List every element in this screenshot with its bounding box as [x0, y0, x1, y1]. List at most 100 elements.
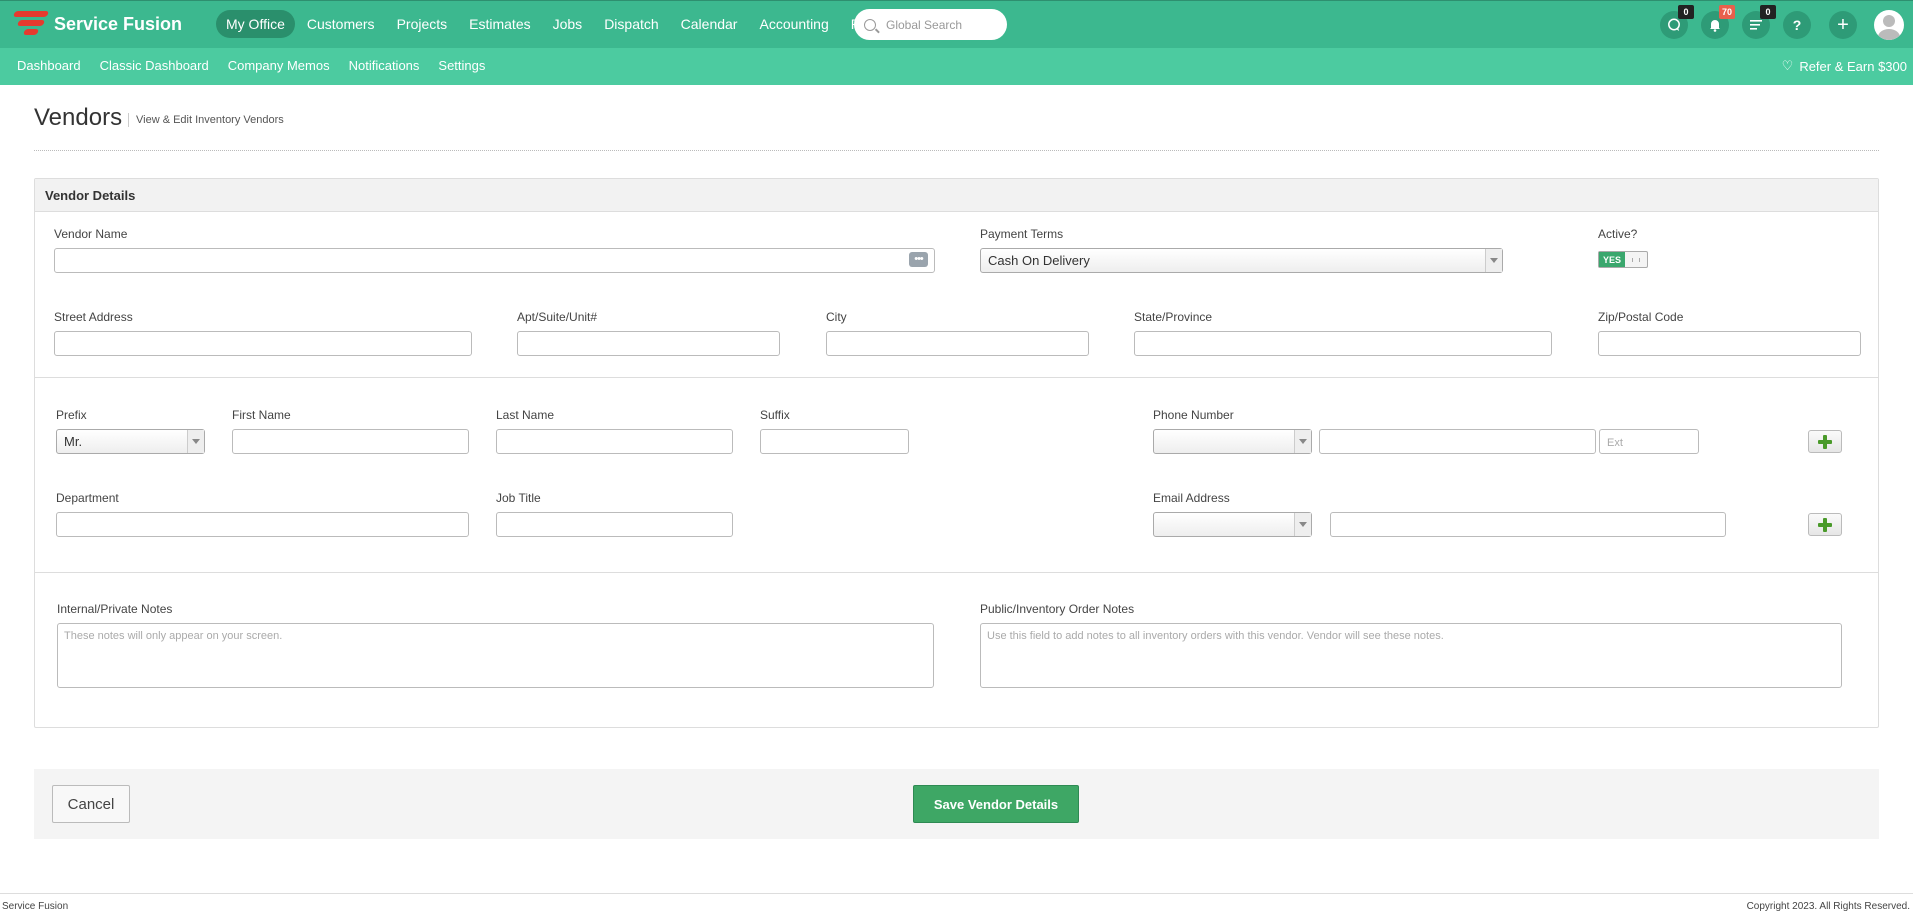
section-divider — [35, 572, 1878, 573]
last-name-label: Last Name — [496, 408, 555, 422]
header-divider — [34, 150, 1879, 151]
nav-dispatch[interactable]: Dispatch — [594, 10, 668, 38]
page-title: Vendors — [34, 104, 123, 131]
subnav-dashboard[interactable]: Dashboard — [17, 58, 81, 73]
phone-label: Phone Number — [1153, 408, 1234, 422]
refer-and-earn-link[interactable]: ♡ Refer & Earn $300 — [1782, 58, 1907, 74]
prefix-select[interactable]: Mr. — [56, 429, 205, 454]
public-notes-textarea[interactable] — [980, 623, 1842, 688]
email-type-select[interactable] — [1153, 512, 1312, 537]
heart-icon: ♡ — [1781, 58, 1794, 73]
email-label: Email Address — [1153, 491, 1230, 505]
plus-icon — [1818, 517, 1832, 532]
job-title-input[interactable] — [496, 512, 733, 537]
suffix-input[interactable] — [760, 429, 909, 454]
global-search[interactable] — [854, 9, 1007, 40]
job-title-label: Job Title — [496, 491, 541, 505]
chevron-down-icon — [1294, 430, 1311, 453]
subnav-notifications[interactable]: Notifications — [349, 58, 420, 73]
chevron-down-icon — [187, 430, 204, 453]
page-subtitle: View & Edit Inventory Vendors — [128, 113, 284, 127]
payment-terms-value: Cash On Delivery — [988, 253, 1090, 268]
chevron-down-icon — [1294, 513, 1311, 536]
apt-label: Apt/Suite/Unit# — [517, 310, 598, 324]
footer-divider — [0, 893, 1913, 894]
tasks-button[interactable]: 0 — [1742, 5, 1776, 39]
active-toggle-on: YES — [1599, 252, 1625, 267]
payment-terms-select[interactable]: Cash On Delivery — [980, 248, 1503, 273]
payment-terms-label: Payment Terms — [980, 227, 1064, 241]
nav-customers[interactable]: Customers — [297, 10, 385, 38]
state-label: State/Province — [1134, 310, 1213, 324]
add-phone-button[interactable] — [1808, 430, 1842, 453]
notifications-button[interactable]: 70 — [1701, 5, 1735, 39]
phone-number-input[interactable] — [1319, 429, 1596, 454]
plus-icon: + — [1837, 13, 1849, 36]
prefix-value: Mr. — [64, 434, 83, 449]
first-name-label: First Name — [232, 408, 291, 422]
active-label: Active? — [1598, 227, 1638, 241]
section-divider — [35, 377, 1878, 378]
street-address-label: Street Address — [54, 310, 133, 324]
footer-copyright: Copyright 2023. All Rights Reserved. — [1746, 901, 1910, 912]
plus-icon — [1818, 434, 1832, 449]
help-button[interactable]: ? — [1783, 11, 1811, 39]
prefix-label: Prefix — [56, 408, 87, 422]
street-address-input[interactable] — [54, 331, 472, 356]
nav-projects[interactable]: Projects — [387, 10, 458, 38]
department-label: Department — [56, 491, 119, 505]
nav-calendar[interactable]: Calendar — [671, 10, 748, 38]
internal-notes-label: Internal/Private Notes — [57, 602, 173, 616]
nav-my-office[interactable]: My Office — [216, 10, 295, 38]
active-toggle[interactable]: YES — [1598, 251, 1648, 268]
user-avatar[interactable] — [1874, 10, 1904, 40]
sub-navbar: Dashboard Classic Dashboard Company Memo… — [0, 48, 1913, 85]
zip-input[interactable] — [1598, 331, 1861, 356]
department-input[interactable] — [56, 512, 469, 537]
tasks-count-badge: 0 — [1760, 5, 1776, 19]
service-fusion-logo-icon — [12, 9, 50, 39]
add-email-button[interactable] — [1808, 513, 1842, 536]
brand-name: Service Fusion — [54, 13, 183, 34]
bell-icon — [1710, 20, 1720, 32]
vendor-details-panel: Vendor Details Vendor Name ••• Payment T… — [34, 178, 1879, 728]
nav-estimates[interactable]: Estimates — [459, 10, 540, 38]
main-nav: My Office Customers Projects Estimates J… — [216, 10, 912, 38]
nav-accounting[interactable]: Accounting — [749, 10, 838, 38]
chevron-down-icon — [1485, 249, 1502, 272]
suffix-label: Suffix — [760, 408, 790, 422]
first-name-input[interactable] — [232, 429, 469, 454]
search-icon — [864, 18, 876, 31]
cancel-button[interactable]: Cancel — [52, 785, 130, 823]
phone-ext-input[interactable] — [1599, 429, 1699, 454]
email-input[interactable] — [1330, 512, 1726, 537]
chat-button[interactable]: 0 — [1660, 5, 1694, 39]
toggle-grip-icon — [1625, 252, 1647, 267]
subnav-company-memos[interactable]: Company Memos — [228, 58, 330, 73]
vendor-name-wrapper: ••• — [54, 248, 935, 273]
brand-logo[interactable]: Service Fusion — [12, 9, 183, 39]
city-label: City — [826, 310, 847, 324]
save-vendor-button[interactable]: Save Vendor Details — [913, 785, 1079, 823]
last-name-input[interactable] — [496, 429, 733, 454]
more-options-icon[interactable]: ••• — [909, 252, 928, 267]
list-icon — [1750, 20, 1762, 30]
city-input[interactable] — [826, 331, 1089, 356]
quick-add-button[interactable]: + — [1829, 11, 1857, 39]
phone-type-select[interactable] — [1153, 429, 1312, 454]
nav-jobs[interactable]: Jobs — [543, 10, 593, 38]
subnav-classic-dashboard[interactable]: Classic Dashboard — [100, 58, 209, 73]
public-notes-label: Public/Inventory Order Notes — [980, 602, 1135, 616]
panel-title: Vendor Details — [35, 179, 1878, 212]
footer-brand: Service Fusion — [2, 901, 69, 912]
vendor-name-label: Vendor Name — [54, 227, 128, 241]
global-search-input[interactable] — [886, 17, 996, 32]
chat-icon — [1668, 18, 1680, 31]
state-input[interactable] — [1134, 331, 1552, 356]
refer-label: Refer & Earn $300 — [1799, 58, 1907, 74]
subnav-settings[interactable]: Settings — [438, 58, 485, 73]
internal-notes-textarea[interactable] — [57, 623, 934, 688]
help-icon: ? — [1792, 17, 1802, 33]
apt-input[interactable] — [517, 331, 780, 356]
vendor-name-input[interactable] — [54, 248, 935, 273]
